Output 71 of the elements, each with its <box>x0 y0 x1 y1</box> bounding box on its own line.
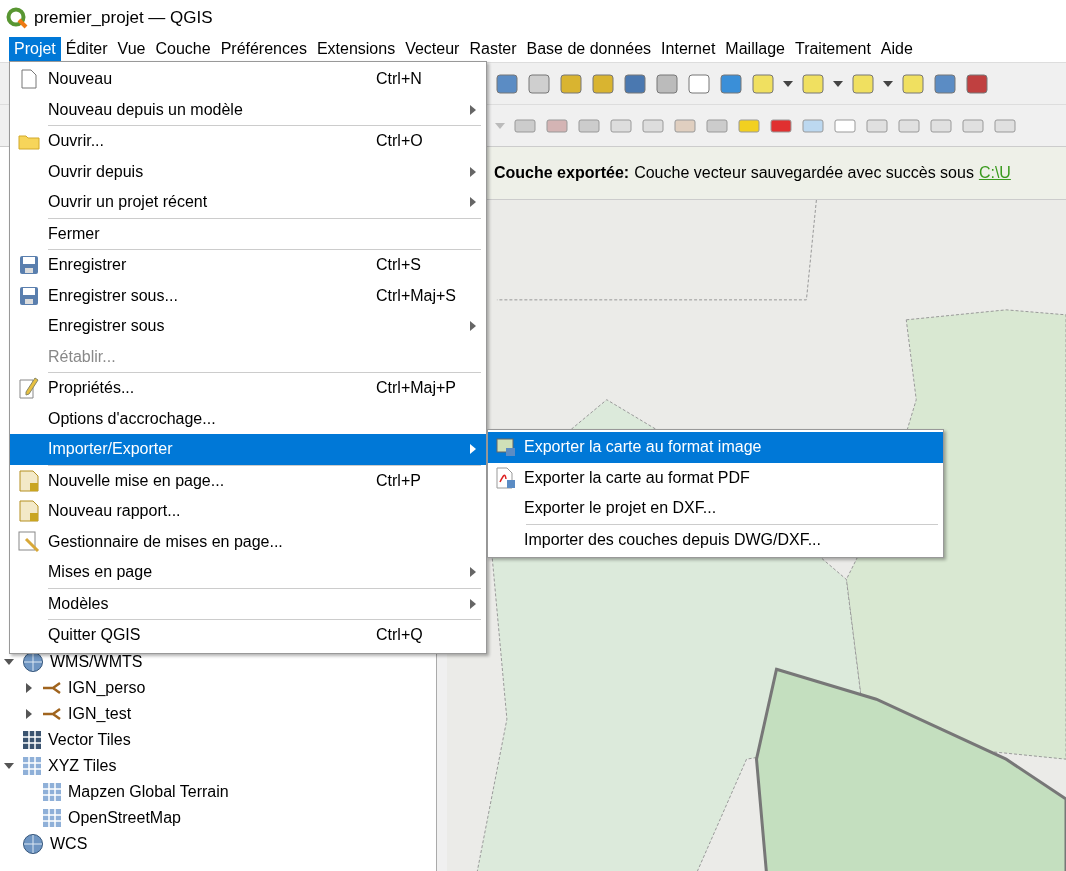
page-icon <box>21 69 37 90</box>
menu-item[interactable]: Préférences <box>215 37 312 61</box>
pdf-icon <box>496 466 516 489</box>
menu-item[interactable]: Enregistrer sous <box>10 311 486 342</box>
submenu-arrow-icon <box>470 598 476 609</box>
submenu-arrow-icon <box>470 567 476 578</box>
menu-item[interactable]: Modèles <box>10 588 486 619</box>
tree-item[interactable]: WCS <box>50 835 88 853</box>
layout-icon <box>19 500 39 523</box>
qgis-logo-icon <box>6 7 28 29</box>
submenu-arrow-icon <box>470 166 476 177</box>
menu-item[interactable]: Nouveau rapport... <box>10 496 486 527</box>
message-title: Couche exportée: <box>494 164 630 182</box>
menu-item[interactable]: Ouvrir un projet récent <box>10 187 486 218</box>
expand-toggle-icon[interactable] <box>24 709 34 719</box>
submenu-arrow-icon <box>470 104 476 115</box>
menu-item[interactable]: Nouveau depuis un modèle <box>10 94 486 125</box>
menu-item[interactable]: Importer/Exporter <box>10 434 486 465</box>
caret-icon[interactable] <box>783 80 793 87</box>
submenu-arrow-icon <box>470 197 476 208</box>
menu-item[interactable]: Enregistrer sous... Ctrl+Maj+S <box>10 280 486 311</box>
tree-item[interactable]: WMS/WMTS <box>50 653 143 671</box>
folder-icon <box>18 132 40 150</box>
image-export-icon <box>496 437 516 458</box>
menu-item[interactable]: Projet <box>9 37 61 61</box>
submenu-arrow-icon <box>470 321 476 332</box>
menu-item[interactable]: Vue <box>112 37 151 61</box>
menu-item[interactable]: Importer des couches depuis DWG/DXF... <box>488 524 943 555</box>
tree-item[interactable]: IGN_perso <box>68 679 146 697</box>
tree-item[interactable]: IGN_test <box>68 705 132 723</box>
caret-icon[interactable] <box>883 80 893 87</box>
menu-item[interactable]: Nouveau Ctrl+N <box>10 64 486 95</box>
connection-icon <box>42 681 62 695</box>
submenu-arrow-icon <box>470 444 476 455</box>
menu-item[interactable]: Base de données <box>521 37 657 61</box>
menu-item[interactable]: Exporter la carte au format PDF <box>488 462 943 493</box>
menu-item[interactable]: Éditer <box>60 37 113 61</box>
menu-item[interactable]: Ouvrir depuis <box>10 156 486 187</box>
tree-item[interactable]: Vector Tiles <box>48 731 131 749</box>
menu-item[interactable]: Aide <box>875 37 918 61</box>
expand-toggle-icon[interactable] <box>4 761 14 771</box>
expand-toggle-icon[interactable] <box>4 657 14 667</box>
message-text: Couche vecteur sauvegardée avec succès sous <box>634 164 974 182</box>
menu-item[interactable]: Nouvelle mise en page... Ctrl+P <box>10 465 486 496</box>
pencil-icon <box>19 377 39 400</box>
menu-item[interactable]: Exporter la carte au format image <box>488 432 943 463</box>
menu-item[interactable]: Quitter QGIS Ctrl+Q <box>10 620 486 651</box>
caret-icon[interactable] <box>833 80 843 87</box>
menu-item[interactable]: Enregistrer Ctrl+S <box>10 250 486 281</box>
menu-item[interactable]: Ouvrir... Ctrl+O <box>10 126 486 157</box>
menu-item[interactable]: Exporter le projet en DXF... <box>488 493 943 524</box>
menu-item[interactable]: Extensions <box>311 37 401 61</box>
globe-icon <box>22 833 44 855</box>
menu-item[interactable]: Traitement <box>789 37 876 61</box>
tree-item[interactable]: OpenStreetMap <box>68 809 181 827</box>
menu-item[interactable]: Propriétés... Ctrl+Maj+P <box>10 373 486 404</box>
menu-item[interactable]: Maillage <box>720 37 790 61</box>
window-title: premier_projet — QGIS <box>34 8 213 28</box>
menu-item[interactable]: Internet <box>656 37 721 61</box>
menu-item[interactable]: Mises en page <box>10 557 486 588</box>
menu-item[interactable]: Fermer <box>10 218 486 249</box>
connection-icon <box>42 707 62 721</box>
tree-item[interactable]: XYZ Tiles <box>48 757 117 775</box>
menu-item[interactable]: Gestionnaire de mises en page... <box>10 526 486 557</box>
tree-item[interactable]: Mapzen Global Terrain <box>68 783 229 801</box>
menu-item[interactable]: Vecteur <box>400 37 465 61</box>
menu-item[interactable]: Couche <box>150 37 216 61</box>
expand-toggle-icon[interactable] <box>24 683 34 693</box>
menu-item[interactable]: Raster <box>464 37 522 61</box>
layout-icon <box>19 469 39 492</box>
menu-item[interactable]: Options d'accrochage... <box>10 403 486 434</box>
